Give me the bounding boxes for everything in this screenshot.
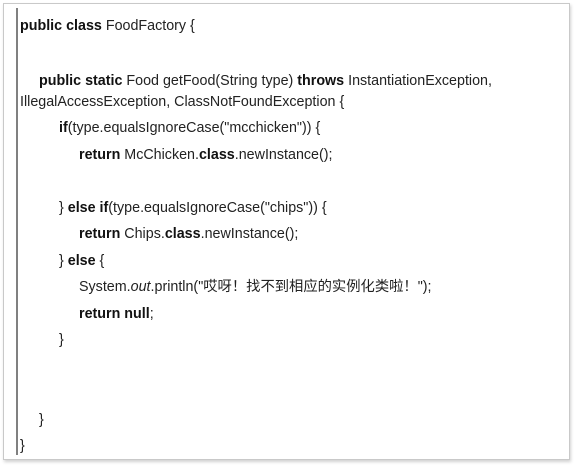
code-text: .println("哎呀！找不到相应的实例化类啦！"); <box>150 279 432 295</box>
keyword: return <box>79 226 121 242</box>
keyword: return <box>79 147 121 163</box>
code-text: } <box>59 332 64 348</box>
code-text: (type.equalsIgnoreCase("chips")) { <box>108 200 327 216</box>
keyword: public static <box>39 73 123 89</box>
left-border-bar <box>16 8 18 455</box>
code-line: return McChicken.class.newInstance(); <box>79 145 333 165</box>
code-text: (type.equalsIgnoreCase("mcchicken")) { <box>67 120 321 136</box>
code-line: } <box>20 436 25 456</box>
code-line: return null; <box>79 304 154 324</box>
code-line: } else if(type.equalsIgnoreCase("chips")… <box>59 198 327 218</box>
code-line: System.out.println("哎呀！找不到相应的实例化类啦！"); <box>79 277 432 297</box>
keyword: public class <box>20 18 102 34</box>
code-line: } else { <box>59 251 104 271</box>
code-text: ; <box>149 306 154 322</box>
keyword: return null <box>79 306 150 322</box>
code-text: Chips. <box>120 226 165 242</box>
code-text: .newInstance(); <box>200 226 299 242</box>
keyword: class <box>164 226 201 242</box>
code-line: } <box>39 410 44 430</box>
code-text: System. <box>79 279 131 295</box>
keyword: class <box>198 147 235 163</box>
keyword: if <box>59 120 68 136</box>
code-text: McChicken. <box>120 147 199 163</box>
code-text: InstantiationException, <box>344 73 492 89</box>
code-text: .newInstance(); <box>234 147 333 163</box>
code-text: } <box>59 253 68 269</box>
keyword: else <box>67 253 96 269</box>
code-line: public static Food getFood(String type) … <box>39 71 492 91</box>
keyword: throws <box>297 73 345 89</box>
keyword: else if <box>67 200 109 216</box>
code-line: IllegalAccessException, ClassNotFoundExc… <box>20 92 344 112</box>
code-text: FoodFactory { <box>101 18 195 34</box>
code-line: return Chips.class.newInstance(); <box>79 224 298 244</box>
code-line: public class FoodFactory { <box>20 16 195 36</box>
code-text: Food getFood(String type) <box>122 73 298 89</box>
code-line: if(type.equalsIgnoreCase("mcchicken")) { <box>59 118 320 138</box>
code-text: } <box>39 412 44 428</box>
code-text: } <box>59 200 68 216</box>
code-frame: public class FoodFactory { public static… <box>3 3 570 460</box>
code-italic: out <box>130 279 151 295</box>
code-text: { <box>95 253 105 269</box>
code-text: IllegalAccessException, ClassNotFoundExc… <box>20 94 345 110</box>
code-text: } <box>20 438 25 454</box>
code-line: } <box>59 330 64 350</box>
